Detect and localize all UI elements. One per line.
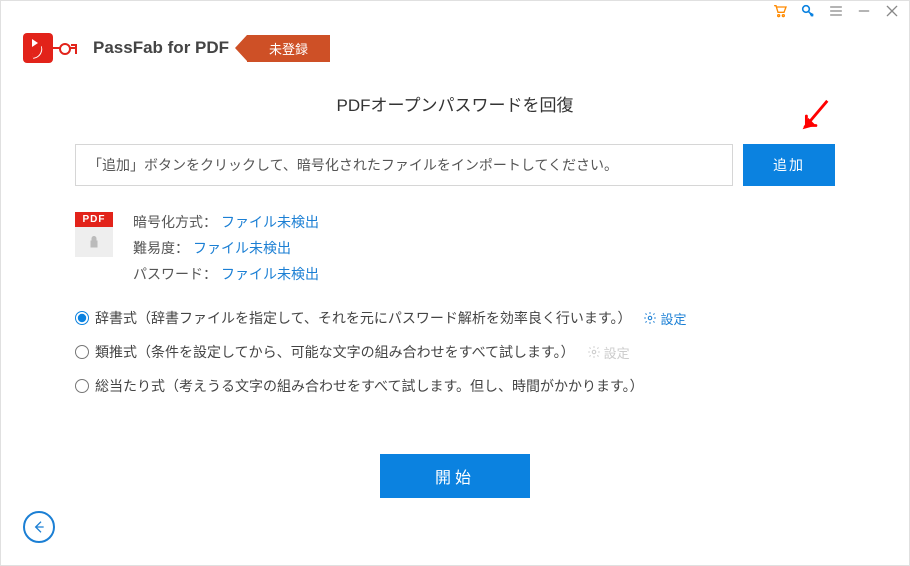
gear-icon	[643, 311, 657, 325]
page-heading: PDFオープンパスワードを回復	[75, 91, 835, 116]
info-encryption-value: ファイル未検出	[221, 212, 319, 232]
info-password-row: パスワード： ファイル未検出	[133, 264, 319, 284]
import-file-placeholder: 「追加」ボタンをクリックして、暗号化されたファイルをインポートしてください。	[88, 157, 618, 173]
attack-mode-dictionary-label[interactable]: 辞書式（辞書ファイルを指定して、それを元にパスワード解析を効率良く行います。）	[95, 308, 631, 328]
attack-mode-dictionary-radio[interactable]	[75, 311, 89, 325]
import-file-field[interactable]: 「追加」ボタンをクリックして、暗号化されたファイルをインポートしてください。	[75, 144, 733, 186]
info-encryption-row: 暗号化方式： ファイル未検出	[133, 212, 319, 232]
similar-settings-label: 設定	[604, 343, 630, 362]
attack-mode-similar-label[interactable]: 類推式（条件を設定してから、可能な文字の組み合わせをすべて試します。）	[95, 342, 575, 362]
info-difficulty-value: ファイル未検出	[193, 238, 291, 258]
start-button[interactable]: 開始	[380, 454, 530, 498]
back-button[interactable]	[23, 511, 55, 543]
dictionary-settings-link[interactable]: 設定	[643, 309, 686, 328]
info-encryption-label: 暗号化方式：	[133, 212, 217, 232]
titlebar	[1, 1, 909, 19]
info-password-label: パスワード：	[133, 264, 217, 284]
info-password-value: ファイル未検出	[221, 264, 319, 284]
dictionary-settings-label: 設定	[660, 309, 686, 328]
attack-mode-options: 辞書式（辞書ファイルを指定して、それを元にパスワード解析を効率良く行います。） …	[75, 308, 835, 396]
pdf-badge-label: PDF	[75, 212, 113, 227]
close-icon[interactable]	[883, 2, 901, 20]
attack-mode-brute-label[interactable]: 総当たり式（考えうる文字の組み合わせをすべて試します。但し、時間がかかります。）	[95, 376, 644, 396]
info-difficulty-row: 難易度： ファイル未検出	[133, 238, 319, 258]
import-row: 「追加」ボタンをクリックして、暗号化されたファイルをインポートしてください。 追…	[75, 144, 835, 186]
info-difficulty-label: 難易度：	[133, 238, 189, 258]
attack-mode-brute-radio[interactable]	[75, 379, 89, 393]
attack-mode-dictionary: 辞書式（辞書ファイルを指定して、それを元にパスワード解析を効率良く行います。） …	[75, 308, 835, 328]
app-header: PassFab for PDF 未登録	[1, 19, 909, 71]
logo-key-icon	[51, 47, 75, 49]
search-key-icon[interactable]	[799, 2, 817, 20]
attack-mode-similar-radio[interactable]	[75, 345, 89, 359]
attack-mode-similar: 類推式（条件を設定してから、可能な文字の組み合わせをすべて試します。） 設定	[75, 342, 835, 362]
attack-mode-brute: 総当たり式（考えうる文字の組み合わせをすべて試します。但し、時間がかかります。）	[75, 376, 835, 396]
registration-badge: 未登録	[247, 35, 330, 62]
file-info-block: PDF 暗号化方式： ファイル未検出 難易度： ファイル未検出 パスワード： フ…	[75, 212, 835, 284]
gear-icon	[587, 345, 601, 359]
app-title: PassFab for PDF	[93, 38, 229, 58]
app-logo	[23, 33, 77, 63]
menu-icon[interactable]	[827, 2, 845, 20]
logo-pdf-icon	[23, 33, 53, 63]
file-info-lines: 暗号化方式： ファイル未検出 難易度： ファイル未検出 パスワード： ファイル未…	[133, 212, 319, 284]
minimize-icon[interactable]	[855, 2, 873, 20]
lock-icon	[75, 227, 113, 257]
add-file-button[interactable]: 追加	[743, 144, 835, 186]
pdf-file-icon: PDF	[75, 212, 113, 257]
registration-badge-label: 未登録	[247, 35, 330, 62]
cart-icon[interactable]	[771, 2, 789, 20]
main-content: PDFオープンパスワードを回復 「追加」ボタンをクリックして、暗号化されたファイ…	[1, 71, 909, 498]
similar-settings-link: 設定	[587, 343, 630, 362]
arrow-left-icon	[31, 519, 47, 535]
